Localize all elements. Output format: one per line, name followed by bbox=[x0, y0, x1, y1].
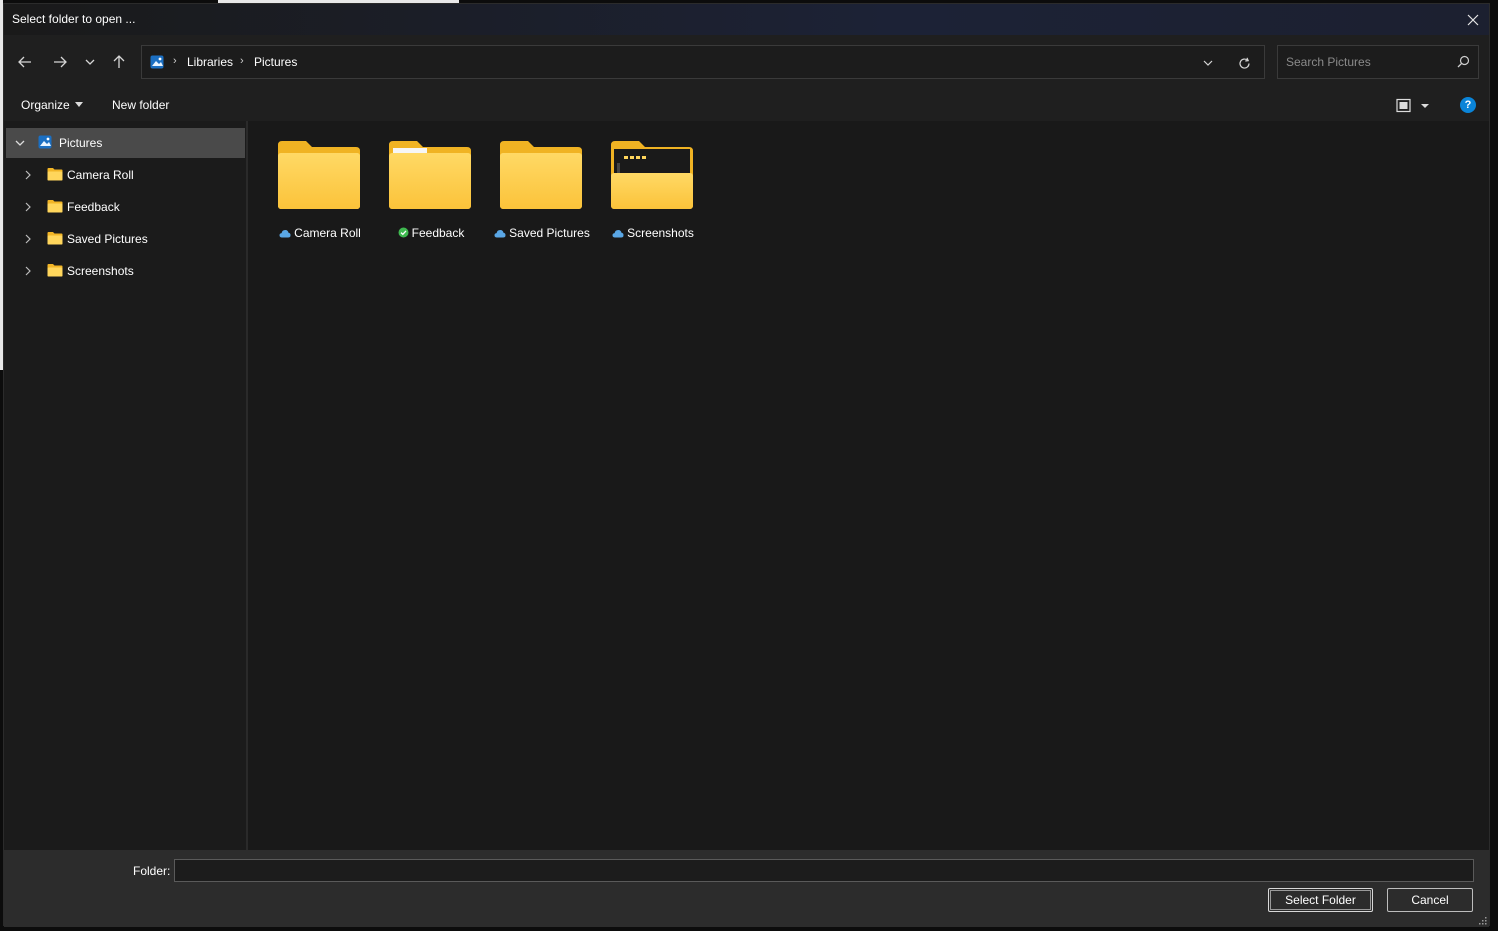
refresh-button[interactable] bbox=[1233, 53, 1255, 73]
address-history-dropdown[interactable] bbox=[1198, 54, 1218, 72]
pictures-library-icon bbox=[38, 135, 52, 152]
folder-name-input[interactable] bbox=[174, 859, 1474, 882]
folder-name-label: Folder: bbox=[133, 864, 171, 878]
resize-grip-icon[interactable] bbox=[1479, 917, 1487, 925]
folder-picker-dialog: Select folder to open ... › Libraries › … bbox=[3, 3, 1490, 927]
cloud-icon bbox=[612, 230, 624, 238]
folder-tile-screenshots[interactable]: Screenshots bbox=[603, 139, 703, 244]
change-view-button[interactable] bbox=[1394, 97, 1434, 115]
forward-button[interactable] bbox=[47, 49, 73, 75]
address-bar[interactable]: › Libraries › Pictures bbox=[141, 45, 1265, 79]
tree-item-label: Camera Roll bbox=[67, 168, 134, 182]
cloud-icon bbox=[279, 230, 291, 238]
navigation-pane: Pictures Camera Roll Feedback Saved Pict… bbox=[4, 121, 248, 850]
folder-tile-caption: Screenshots bbox=[603, 226, 703, 240]
breadcrumb-libraries[interactable]: Libraries bbox=[187, 55, 233, 69]
navigation-bar: › Libraries › Pictures bbox=[4, 35, 1489, 90]
folder-tile-label: Camera Roll bbox=[294, 226, 361, 240]
chevron-right-icon[interactable] bbox=[22, 233, 34, 245]
breadcrumb-separator: › bbox=[240, 55, 244, 67]
recent-locations-button[interactable] bbox=[77, 49, 103, 75]
folder-tile-camera-roll[interactable]: Camera Roll bbox=[270, 139, 370, 244]
tree-item-label: Saved Pictures bbox=[67, 232, 148, 246]
folder-tile-label: Screenshots bbox=[627, 226, 694, 240]
file-list: Camera Roll Feedback Saved Pictures Scre… bbox=[250, 121, 1489, 850]
new-folder-button[interactable]: New folder bbox=[112, 98, 169, 112]
close-button[interactable] bbox=[1457, 4, 1489, 35]
close-icon bbox=[1467, 14, 1479, 25]
cancel-button[interactable]: Cancel bbox=[1387, 888, 1473, 912]
view-pane-icon bbox=[1396, 98, 1429, 113]
tree-item-label: Feedback bbox=[67, 200, 120, 214]
folder-icon bbox=[47, 263, 63, 280]
folder-tile-label: Saved Pictures bbox=[509, 226, 590, 240]
tree-item-label: Screenshots bbox=[67, 264, 134, 278]
large-folder-icon bbox=[278, 141, 360, 209]
tree-item-pictures[interactable]: Pictures bbox=[6, 128, 245, 158]
folder-tile-caption: Saved Pictures bbox=[492, 226, 592, 240]
refresh-icon bbox=[1238, 57, 1250, 69]
tree-item-saved-pictures[interactable]: Saved Pictures bbox=[6, 224, 245, 254]
back-button[interactable] bbox=[12, 49, 38, 75]
chevron-down-icon bbox=[85, 59, 95, 65]
organize-label: Organize bbox=[21, 98, 70, 112]
organize-button[interactable]: Organize bbox=[21, 98, 83, 112]
search-icon[interactable] bbox=[1457, 55, 1470, 71]
tree-item-feedback[interactable]: Feedback bbox=[6, 192, 245, 222]
arrow-left-icon bbox=[18, 56, 31, 68]
tree-item-screenshots[interactable]: Screenshots bbox=[6, 256, 245, 286]
large-folder-icon bbox=[611, 141, 693, 209]
select-folder-button[interactable]: Select Folder bbox=[1268, 888, 1373, 912]
chevron-down-icon bbox=[1203, 60, 1213, 66]
folder-icon bbox=[47, 167, 63, 184]
folder-icon bbox=[47, 199, 63, 216]
folder-tile-feedback[interactable]: Feedback bbox=[381, 139, 481, 244]
command-bar: Organize New folder ? bbox=[4, 90, 1489, 121]
dialog-footer: Folder: Select Folder Cancel bbox=[4, 850, 1489, 927]
search-box bbox=[1277, 45, 1479, 79]
tree-item-camera-roll[interactable]: Camera Roll bbox=[6, 160, 245, 190]
folder-tile-caption: Camera Roll bbox=[270, 226, 370, 240]
large-folder-icon bbox=[389, 141, 471, 209]
chevron-right-icon[interactable] bbox=[22, 169, 34, 181]
chevron-down-icon[interactable] bbox=[14, 137, 26, 149]
folder-icon bbox=[47, 231, 63, 248]
cloud-icon bbox=[494, 230, 506, 238]
arrow-up-icon bbox=[113, 55, 125, 68]
chevron-right-icon[interactable] bbox=[22, 201, 34, 213]
folder-tile-label: Feedback bbox=[411, 226, 465, 240]
folder-tile-caption: Feedback bbox=[381, 226, 481, 240]
tree-item-label: Pictures bbox=[59, 136, 103, 150]
dialog-title: Select folder to open ... bbox=[12, 12, 136, 26]
up-button[interactable] bbox=[106, 49, 132, 75]
synced-check-icon bbox=[398, 227, 409, 238]
chevron-right-icon[interactable] bbox=[22, 265, 34, 277]
help-button[interactable]: ? bbox=[1460, 97, 1476, 113]
search-input[interactable] bbox=[1278, 46, 1448, 78]
breadcrumb-pictures[interactable]: Pictures bbox=[254, 55, 297, 69]
arrow-right-icon bbox=[54, 56, 67, 68]
folder-tile-saved-pictures[interactable]: Saved Pictures bbox=[492, 139, 592, 244]
title-bar: Select folder to open ... bbox=[4, 4, 1489, 35]
large-folder-icon bbox=[500, 141, 582, 209]
pictures-library-icon bbox=[150, 55, 164, 72]
caret-down-icon bbox=[74, 102, 83, 107]
breadcrumb-separator: › bbox=[173, 55, 177, 67]
